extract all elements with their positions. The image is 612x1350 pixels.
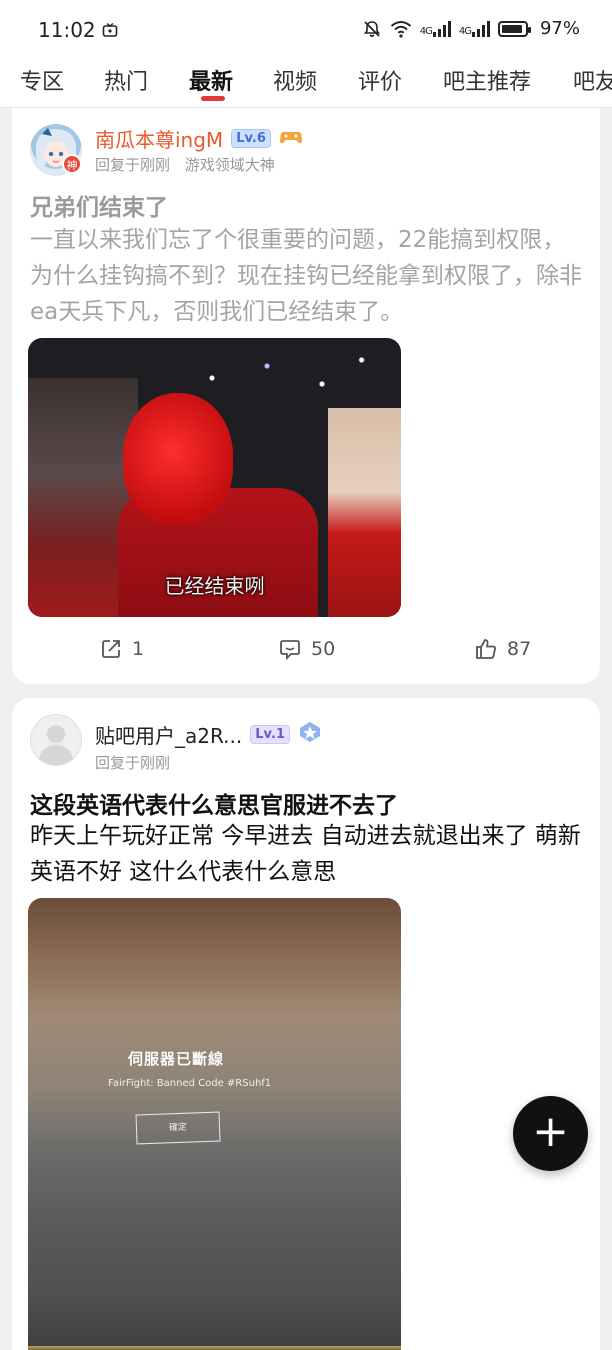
post-body[interactable]: 昨天上午玩好正常 今早进去 自动进去就退出来了 萌新英语不好 这什么代表什么意思: [30, 818, 582, 890]
post-actions: 1 50 87: [12, 638, 600, 664]
god-badge: 神: [62, 154, 82, 174]
post-image[interactable]: 已经结束咧: [28, 338, 401, 617]
signal-1-label: 4G: [419, 25, 433, 37]
comment-button[interactable]: 50: [279, 638, 335, 660]
reply-time: 回复于刚刚: [95, 156, 171, 174]
author-name[interactable]: 贴吧用户_a2R...: [95, 720, 242, 749]
avatar[interactable]: [30, 714, 82, 766]
thumbs-up-icon: [476, 639, 496, 659]
tab-video[interactable]: 视频: [273, 64, 317, 96]
gamepad-medal-icon: [279, 126, 303, 151]
signal-2-label: 4G: [458, 25, 472, 37]
post-meta: 回复于刚刚 游戏领域大神: [95, 154, 275, 175]
wifi-icon: [390, 20, 411, 38]
image-sparkles: [168, 348, 388, 408]
post-title[interactable]: 这段英语代表什么意思官服进不去了: [30, 786, 398, 820]
post-image[interactable]: 伺服器已斷線 FairFight: Banned Code #RSuhf1 確定: [28, 898, 401, 1350]
tab-latest[interactable]: 最新: [189, 64, 233, 96]
comment-count: 50: [311, 638, 336, 660]
new-post-button[interactable]: +: [513, 1096, 588, 1171]
comment-icon: [280, 640, 300, 660]
post-card[interactable]: 神 南瓜本尊ingM Lv.6 回复于刚刚 游戏领域大神 兄弟们结束了 一直以来…: [12, 108, 600, 684]
category-tab-bar: 专区 热门 最新 视频 评价 吧主推荐 吧友: [0, 58, 612, 108]
rank-medal-icon: [298, 721, 322, 748]
level-badge: Lv.1: [250, 725, 290, 744]
tab-review[interactable]: 评价: [358, 64, 402, 96]
image-taskbar: [28, 1346, 401, 1350]
share-count: 1: [132, 638, 145, 660]
image-dialog-title: 伺服器已斷線: [128, 1050, 225, 1068]
tab-friends[interactable]: 吧友: [573, 64, 612, 96]
active-tab-indicator: [201, 96, 225, 101]
like-count: 87: [507, 638, 532, 660]
battery-percent: 97%: [539, 18, 580, 39]
signal-4g-icon: 4G: [419, 20, 451, 37]
tab-moderator-picks[interactable]: 吧主推荐: [443, 64, 531, 96]
like-button[interactable]: 87: [475, 638, 531, 660]
post-body[interactable]: 一直以来我们忘了个很重要的问题，22能搞到权限，为什么挂钩搞不到？现在挂钩已经能…: [30, 222, 582, 330]
battery-icon: [497, 20, 531, 37]
status-icons: 4G 4G 97%: [362, 18, 580, 39]
status-bar: 11:02 4G 4G 97%: [0, 0, 612, 58]
image-dialog-code: FairFight: Banned Code #RSuhf1: [108, 1078, 272, 1089]
status-time: 11:02: [38, 18, 118, 42]
tab-zone[interactable]: 专区: [20, 64, 64, 96]
status-time-text: 11:02: [38, 18, 96, 42]
author-title: 游戏领域大神: [184, 156, 275, 174]
image-figure-face: [123, 393, 233, 523]
tv-icon: [102, 22, 117, 37]
author-line: 南瓜本尊ingM Lv.6: [95, 124, 303, 153]
image-dialog-button: 確定: [135, 1111, 221, 1145]
mute-icon: [363, 20, 380, 37]
signal-4g-icon-2: 4G: [458, 20, 490, 37]
share-button[interactable]: 1: [100, 638, 144, 660]
post-card[interactable]: 贴吧用户_a2R... Lv.1 回复于刚刚 这段英语代表什么意思官服进不去了 …: [12, 698, 600, 1350]
author-line: 贴吧用户_a2R... Lv.1: [95, 720, 322, 749]
post-meta: 回复于刚刚: [95, 752, 170, 773]
level-badge: Lv.6: [231, 129, 271, 148]
tab-hot[interactable]: 热门: [104, 64, 148, 96]
reply-time: 回复于刚刚: [95, 754, 171, 772]
author-name[interactable]: 南瓜本尊ingM: [95, 124, 223, 153]
share-icon: [102, 640, 120, 658]
post-title[interactable]: 兄弟们结束了: [30, 188, 168, 222]
plus-icon: +: [532, 1106, 569, 1157]
image-caption: 已经结束咧: [164, 574, 265, 598]
